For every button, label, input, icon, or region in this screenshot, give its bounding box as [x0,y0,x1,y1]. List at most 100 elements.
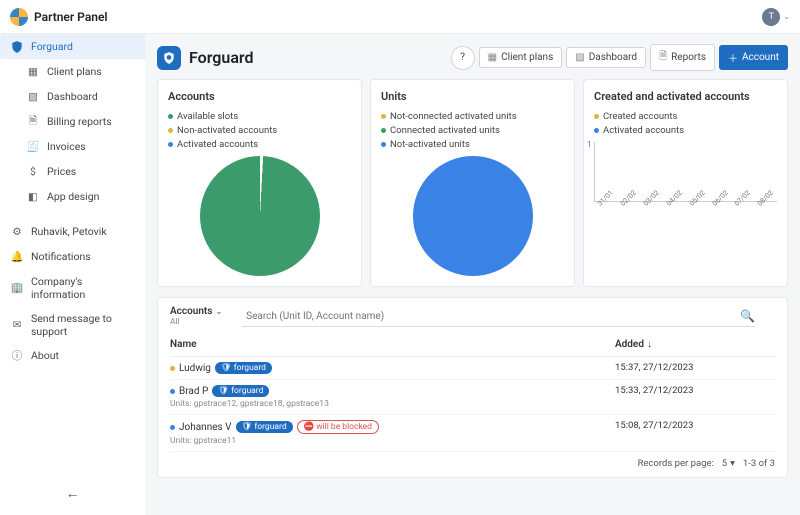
page-range: 1-3 of 3 [743,458,775,469]
per-page-label: Records per page: [638,458,714,469]
legend-label: Available slots [177,111,238,122]
app-title: Partner Panel [34,10,108,24]
table-row[interactable]: Brad P 🛡forguard Units: gpstrace12, gpst… [170,380,775,415]
button-label: Account [742,52,779,63]
sidebar-item-billing-reports[interactable]: 🗎 Billing reports [0,109,145,134]
accounts-table-card: Accounts⌄ All 🔍 Name Added↓ Ludwig 🛡f [157,297,788,478]
sidebar: Forguard ▦ Client plans ▨ Dashboard 🗎 Bi… [0,34,145,515]
sidebar-item-app-design[interactable]: ◧ App design [0,184,145,209]
units-pie-chart [413,156,533,276]
sidebar-item-label: Billing reports [47,115,112,128]
sidebar-item-ruhavik[interactable]: ⚙ Ruhavik, Petovik [0,219,145,244]
add-account-button[interactable]: ＋ Account [719,45,788,70]
user-menu[interactable]: T ⌄ [762,8,790,26]
account-name: Johannes V [179,422,232,433]
card-title: Accounts [168,90,351,103]
button-label: Reports [671,52,706,63]
grid-icon: ▦ [26,65,40,79]
send-icon: ✉ [10,318,24,332]
per-page-select[interactable]: 5▾ [722,458,735,469]
dashboard-button[interactable]: ▨ Dashboard [566,47,646,68]
sidebar-item-about[interactable]: ⓘ About [0,343,145,368]
sidebar-item-label: Send message to support [31,312,135,338]
reports-button[interactable]: 🗎 Reports [650,44,715,71]
legend-dot-icon [381,142,386,147]
legend-dot-icon [381,128,386,133]
status-dot-icon [170,389,175,394]
sidebar-item-company-info[interactable]: 🏢 Company's information [0,269,145,306]
avatar: T [762,8,780,26]
app-tag: 🛡forguard [236,421,293,433]
button-label: Client plans [501,52,553,63]
column-added[interactable]: Added↓ [615,339,775,350]
x-axis: 31/01 02/02 03/02 04/02 05/02 06/02 07/0… [594,202,777,210]
sidebar-item-label: Notifications [31,250,91,263]
dashboard-icon: ▨ [575,52,584,63]
app-tag: 🛡forguard [215,362,272,374]
blocked-tag: ⛔will be blocked [297,420,379,434]
sidebar-item-prices[interactable]: $ Prices [0,159,145,184]
accounts-card: Accounts Available slots Non-activated a… [157,79,362,287]
shield-icon [10,40,24,54]
help-button[interactable]: ? [451,46,475,70]
legend-label: Not-activated units [390,139,470,150]
chevron-down-icon: ⌄ [215,307,222,316]
filter-sublabel: All [170,317,222,327]
sidebar-item-support[interactable]: ✉ Send message to support [0,306,145,343]
legend-dot-icon [168,128,173,133]
help-icon: ? [460,52,465,63]
sidebar-item-label: Ruhavik, Petovik [31,225,107,238]
legend-label: Non-activated accounts [177,125,277,136]
status-dot-icon [170,366,175,371]
y-axis-tick: 1 [587,140,592,149]
created-activated-card: Created and activated accounts Created a… [583,79,788,287]
sidebar-item-client-plans[interactable]: ▦ Client plans [0,59,145,84]
table-row[interactable]: Ludwig 🛡forguard 15:37, 27/12/2023 [170,357,775,380]
page-shield-icon [157,46,181,70]
legend-dot-icon [594,128,599,133]
sidebar-item-invoices[interactable]: 🧾 Invoices [0,134,145,159]
legend-dot-icon [168,114,173,119]
topbar: Partner Panel T ⌄ [0,0,800,34]
added-timestamp: 15:37, 27/12/2023 [615,362,775,373]
collapse-sidebar-button[interactable]: ← [61,481,85,505]
units-card: Units Not-connected activated units Conn… [370,79,575,287]
sidebar-item-label: Client plans [47,65,102,78]
column-name[interactable]: Name [170,339,615,350]
filter-label: Accounts [170,306,212,317]
column-label: Added [615,339,644,350]
plus-icon: ＋ [728,50,738,65]
sidebar-item-dashboard[interactable]: ▨ Dashboard [0,84,145,109]
sidebar-item-notifications[interactable]: 🔔 Notifications [0,244,145,269]
table-row[interactable]: Johannes V 🛡forguard ⛔will be blocked Un… [170,415,775,452]
sidebar-item-label: Dashboard [47,90,98,103]
chevron-down-icon: ▾ [730,458,735,469]
sidebar-item-label: Company's information [31,275,135,301]
account-name: Ludwig [179,363,211,374]
table-header: Name Added↓ [170,333,775,357]
account-name: Brad P [179,386,208,397]
units-subtext: Units: gpstrace11 [170,436,615,446]
doc-icon: 🗎 [659,49,667,66]
sidebar-item-label: Prices [47,165,76,178]
search-input[interactable] [242,307,755,327]
units-subtext: Units: gpstrace12, gpstrace18, gpstrace1… [170,399,615,409]
legend-dot-icon [381,114,386,119]
card-title: Units [381,90,564,103]
added-timestamp: 15:08, 27/12/2023 [615,420,775,431]
dashboard-icon: ▨ [26,90,40,104]
per-page-value: 5 [722,458,727,469]
dollar-icon: $ [26,165,40,179]
pagination: Records per page: 5▾ 1-3 of 3 [170,452,775,469]
legend-label: Activated accounts [603,125,684,136]
legend-dot-icon [168,142,173,147]
client-plans-button[interactable]: ▦Client plans [479,47,563,68]
added-timestamp: 15:33, 27/12/2023 [615,385,775,396]
search-icon[interactable]: 🔍 [740,309,755,323]
sidebar-item-forguard[interactable]: Forguard [0,34,145,59]
bell-icon: 🔔 [10,250,24,264]
chevron-down-icon: ⌄ [783,12,790,21]
accounts-filter[interactable]: Accounts⌄ All [170,306,222,327]
page-title: Forguard [189,48,254,67]
button-label: Dashboard [589,52,637,63]
